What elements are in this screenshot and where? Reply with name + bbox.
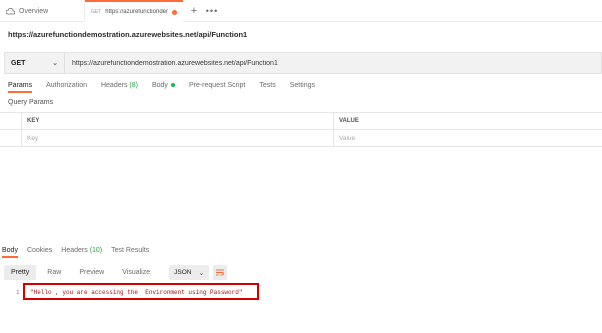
- line-number: 1: [16, 289, 20, 296]
- tab-body-label: Body: [151, 82, 168, 89]
- tab-bar: Overview GET https://azurefunctiondemost…: [0, 0, 602, 22]
- url-input[interactable]: [65, 53, 601, 73]
- tab-params[interactable]: Params: [8, 82, 33, 93]
- body-indicator-icon: [170, 83, 175, 88]
- response-headers-count: (10): [89, 247, 103, 254]
- params-check-column: [0, 113, 22, 129]
- visualize-button[interactable]: Visualize: [115, 265, 157, 280]
- request-tabs: Params Authorization Headers (8) Body Pr…: [8, 82, 315, 93]
- headers-count: (8): [129, 82, 138, 89]
- highlight-annotation-box: [23, 283, 259, 300]
- tab-response-headers[interactable]: Headers (10): [61, 247, 102, 258]
- tab-authorization[interactable]: Authorization: [46, 82, 87, 93]
- view-mode-bar: Pretty Raw Preview Visualize JSON ⌄: [4, 265, 228, 280]
- params-empty-row: Key Value: [0, 130, 602, 147]
- query-params-title: Query Params: [8, 99, 54, 106]
- raw-button[interactable]: Raw: [40, 265, 68, 280]
- request-title[interactable]: https://azurefunctiondemostration.azurew…: [8, 30, 247, 39]
- tab-tests[interactable]: Tests: [259, 82, 275, 93]
- params-row-checkbox[interactable]: [0, 130, 22, 146]
- params-header-row: KEY VALUE: [0, 113, 602, 130]
- query-params-table: KEY VALUE Key Value: [0, 112, 602, 147]
- wrap-lines-button[interactable]: [213, 265, 228, 280]
- tab-headers-label: Headers: [100, 82, 128, 89]
- pretty-button[interactable]: Pretty: [4, 265, 37, 280]
- tab-response-headers-label: Headers: [61, 247, 88, 254]
- more-tabs-button[interactable]: •••: [203, 0, 221, 21]
- key-column-header: KEY: [22, 113, 334, 129]
- overview-icon: [6, 7, 15, 14]
- tab-cookies[interactable]: Cookies: [27, 247, 52, 258]
- tab-response-body[interactable]: Body: [2, 247, 18, 258]
- tab-headers[interactable]: Headers (8): [101, 82, 138, 93]
- tab-method-badge: GET: [91, 9, 102, 15]
- format-label: JSON: [174, 269, 192, 276]
- value-column-header: VALUE: [339, 118, 359, 124]
- chevron-down-icon: ⌄: [198, 269, 205, 277]
- value-input[interactable]: Value: [334, 130, 602, 146]
- tab-test-results[interactable]: Test Results: [111, 247, 149, 258]
- tab-body[interactable]: Body: [152, 82, 175, 93]
- format-select[interactable]: JSON ⌄: [169, 265, 210, 280]
- key-input[interactable]: Key: [22, 130, 334, 146]
- tab-settings[interactable]: Settings: [290, 82, 315, 93]
- tab-overview-label: Overview: [19, 7, 49, 15]
- preview-button[interactable]: Preview: [72, 265, 111, 280]
- chevron-down-icon: ⌄: [52, 60, 58, 67]
- method-select[interactable]: GET ⌄: [5, 53, 65, 73]
- tab-url-label: https://azurefunctiondemostration.azurew…: [105, 9, 168, 15]
- method-label: GET: [11, 59, 26, 67]
- tab-prerequest-script[interactable]: Pre-request Script: [189, 82, 245, 93]
- response-tabs: Body Cookies Headers (10) Test Results: [2, 247, 149, 258]
- new-tab-button[interactable]: +: [185, 0, 203, 21]
- tab-overview[interactable]: Overview: [0, 0, 85, 22]
- url-bar: GET ⌄: [4, 52, 602, 74]
- wrap-lines-icon: [216, 269, 225, 276]
- unsaved-indicator-icon: [172, 9, 177, 15]
- tab-request[interactable]: GET https://azurefunctiondemostration.az…: [85, 0, 183, 22]
